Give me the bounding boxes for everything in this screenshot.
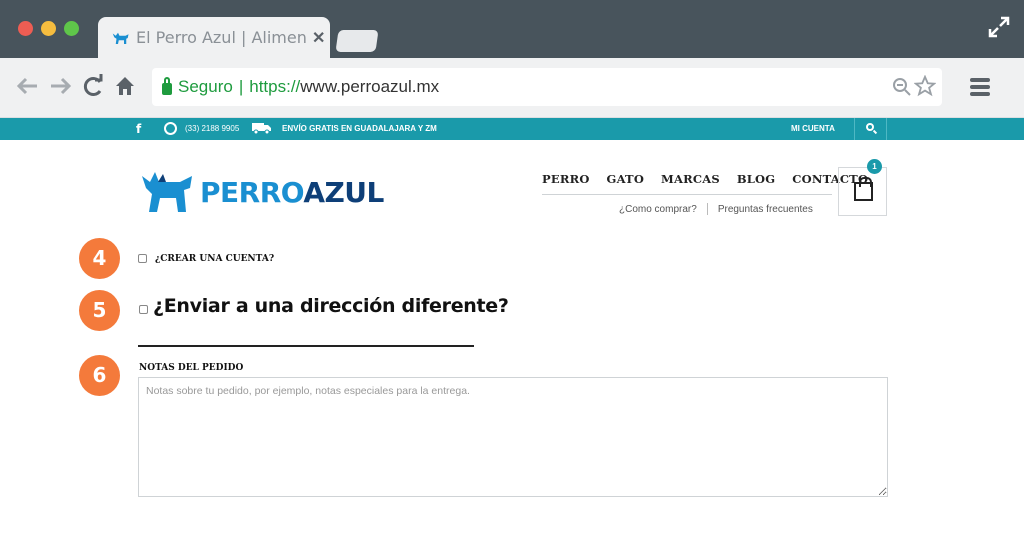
address-separator: | [238,77,244,96]
logo-text-perro: PERRO [200,175,304,209]
order-notes-textarea[interactable] [138,377,888,497]
cart-count-badge: 1 [867,159,882,174]
divider [854,118,855,140]
step-4-badge: 4 [79,238,120,279]
close-window-button[interactable] [18,21,33,36]
step-5-badge: 5 [79,290,120,331]
dog-favicon-icon [112,32,129,44]
tab-title: El Perro Azul | Alimen... [136,28,306,47]
how-to-buy-link[interactable]: ¿Como comprar? [619,204,697,215]
browser-tab[interactable]: El Perro Azul | Alimen... ✕ [98,17,330,58]
ship-different-label[interactable]: ¿Enviar a una dirección diferente? [153,295,509,317]
order-notes-label: NOTAS DEL PEDIDO [139,363,244,373]
address-host: www.perroazul.mx [300,77,440,96]
address-scheme: https:// [249,77,301,96]
search-icon[interactable] [866,123,874,131]
fullscreen-icon[interactable] [988,16,1010,38]
zoom-out-icon[interactable] [892,77,912,97]
step-6-badge: 6 [79,355,120,396]
logo-text-azul: AZUL [303,175,384,209]
browser-window: El Perro Azul | Alimen... ✕ Seguro | htt… [0,0,1024,560]
minimize-window-button[interactable] [41,21,56,36]
home-icon[interactable] [114,74,136,98]
nav-item-marcas[interactable]: MARCAS [661,172,720,186]
whatsapp-icon[interactable] [164,122,177,135]
faq-link[interactable]: Preguntas frecuentes [718,204,813,215]
title-bar: El Perro Azul | Alimen... ✕ [0,0,1024,58]
nav-item-blog[interactable]: BLOG [737,172,775,186]
divider [886,118,887,140]
top-info-bar: f (33) 2188 9905 ENVÍO GRATIS EN GUADALA… [0,118,1024,140]
tab-close-icon[interactable]: ✕ [312,28,325,48]
main-navigation: PERRO GATO MARCAS BLOG CONTACTO [542,172,885,186]
reload-icon[interactable] [82,74,104,98]
create-account-label[interactable]: ¿CREAR UNA CUENTA? [155,254,274,264]
shopping-bag-icon [854,177,873,201]
free-shipping-text: ENVÍO GRATIS EN GUADALAJARA Y ZM [282,124,437,133]
forward-arrow-icon[interactable] [48,74,72,98]
nav-item-gato[interactable]: GATO [607,172,645,186]
lock-icon [162,77,172,95]
bookmark-star-icon[interactable] [914,75,936,97]
ship-different-checkbox[interactable] [139,305,148,314]
new-tab-button[interactable] [335,30,379,52]
facebook-icon[interactable]: f [136,122,141,136]
nav-divider [542,194,832,195]
delivery-truck-icon [252,123,271,134]
address-bar[interactable]: Seguro | https://www.perroazul.mx [152,68,942,106]
browser-toolbar: Seguro | https://www.perroazul.mx [0,58,1024,118]
cart-button[interactable] [838,167,887,216]
dog-logo-icon [142,172,192,212]
secure-label: Seguro [178,77,233,96]
site-logo[interactable]: PERROAZUL [140,170,384,214]
maximize-window-button[interactable] [64,21,79,36]
section-underline [138,345,474,347]
my-account-link[interactable]: MI CUENTA [791,124,835,133]
back-arrow-icon[interactable] [16,74,40,98]
nav-item-perro[interactable]: PERRO [542,172,590,186]
create-account-checkbox[interactable] [138,254,147,263]
phone-number: (33) 2188 9905 [185,124,240,133]
sub-navigation: ¿Como comprar? Preguntas frecuentes [619,203,813,215]
divider [706,203,708,215]
browser-menu-icon[interactable] [970,78,990,96]
